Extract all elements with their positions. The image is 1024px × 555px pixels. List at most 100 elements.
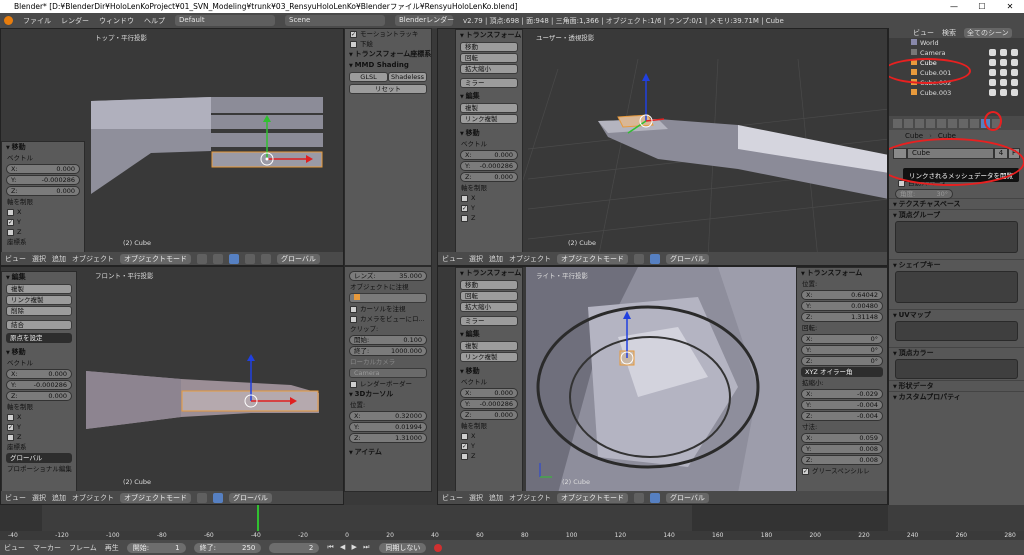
translate-icon[interactable] [245,253,255,264]
constraint-x-checkbox[interactable]: X [456,431,522,441]
view-menu[interactable]: ビュー [442,493,463,503]
vector-x-field[interactable]: X: 0.000 [6,369,72,379]
vector-z-field[interactable]: Z: 0.000 [460,410,518,420]
orientation-select[interactable]: グローバル [277,253,320,264]
object-menu[interactable]: オブジェクト [72,493,114,503]
shading-icon[interactable] [197,492,207,503]
location-y-field[interactable]: Y: 0.00480 [801,301,883,311]
shading-icon[interactable] [197,253,207,264]
rotation-z-field[interactable]: Z: 0° [801,356,883,366]
scale-y-field[interactable]: Y: -0.004 [801,400,883,410]
dimensions-x-field[interactable]: X: 0.059 [801,433,883,443]
constraint-x-checkbox[interactable]: X [2,207,84,217]
view-menu[interactable]: ビュー [442,254,463,264]
constraint-z-checkbox[interactable]: Z [2,227,84,237]
menu-window[interactable]: ウィンドウ [99,16,134,26]
shading-icon[interactable] [634,492,644,503]
coord-system-select[interactable]: グローバル [6,453,72,463]
current-frame-line[interactable] [257,505,259,531]
reset-button[interactable]: リセット [349,84,427,94]
vector-z-field[interactable]: Z: 0.000 [6,391,72,401]
transform-panel[interactable]: トランスフォーム [797,268,887,279]
transform-panel[interactable]: トランスフォーム [456,268,522,279]
object-tab-icon[interactable] [926,118,935,128]
vector-z-field[interactable]: Z: 0.000 [6,186,80,196]
vertex-groups-list[interactable] [895,221,1018,253]
lock-cursor-checkbox[interactable]: カーソルを注視 [345,304,431,314]
material-tab-icon[interactable] [959,118,968,128]
vector-x-field[interactable]: X: 0.000 [460,150,518,160]
breadcrumb-object[interactable]: Cube [905,132,923,140]
select-menu[interactable]: 選択 [469,254,483,264]
timeline-editor[interactable]: -40 -120 -100 -80 -60 -40 -20 0 20 40 60 80 100 120 14… [0,505,1024,555]
object-menu[interactable]: オブジェクト [509,493,551,503]
item-panel[interactable]: アイテム [345,447,431,458]
constraint-x-checkbox[interactable]: X [2,412,76,422]
vector-y-field[interactable]: Y: -0.000286 [6,175,80,185]
duplicate-button[interactable]: 複製 [460,341,518,351]
record-icon[interactable] [434,543,443,552]
transform-panel[interactable]: トランスフォーム [456,30,522,41]
outliner-row-world[interactable]: World [889,38,1024,48]
texture-space-panel[interactable]: テクスチャスペース [889,198,1024,209]
set-origin-select[interactable]: 原点を設定 [6,333,72,343]
grease-pencil-checkbox[interactable]: ✓ グリースペンシルレ [797,466,887,476]
constraint-z-checkbox[interactable]: Z [456,213,522,223]
timeline-area[interactable] [0,505,1024,531]
render-engine-select[interactable]: Blenderレンダー [395,15,454,26]
texture-tab-icon[interactable] [970,118,979,128]
world-tab-icon[interactable] [915,118,924,128]
view-menu[interactable]: ビュー [5,493,26,503]
delete-button[interactable]: 削除 [6,306,72,316]
angle-field[interactable]: 角度: 30° [895,189,953,199]
lens-field[interactable]: レンズ: 35.000 [349,271,427,281]
viewport-bottom-right[interactable]: ライト・平行投影 トランスフォーム 移動 回転 拡大縮小 ミラー 編集 複製 リ… [437,266,888,505]
cursor-z-field[interactable]: Z: 1.31000 [349,433,427,443]
rotation-mode-select[interactable]: XYZ オイラー角 [801,367,883,377]
clip-start-field[interactable]: 開始: 0.100 [349,335,427,345]
outliner-search-menu[interactable]: 検索 [942,28,956,38]
constraint-tab-icon[interactable] [937,118,946,128]
move-button[interactable]: 移動 [460,280,518,290]
shading-icon[interactable] [634,253,644,264]
vector-x-field[interactable]: X: 0.000 [460,388,518,398]
mirror-button[interactable]: ミラー [460,316,518,326]
orientation-select[interactable]: グローバル [229,492,272,503]
select-menu[interactable]: 選択 [469,493,483,503]
manipulator-icon[interactable] [650,492,660,503]
object-menu[interactable]: オブジェクト [72,254,114,264]
minimize-button[interactable]: — [940,0,968,13]
mmd-shading-panel[interactable]: MMD Shading [345,60,431,71]
cursor-x-field[interactable]: X: 0.32000 [349,411,427,421]
timeline-frame-menu[interactable]: フレーム [69,543,97,553]
location-x-field[interactable]: X: 0.64042 [801,290,883,300]
mode-select[interactable]: オブジェクトモード [120,253,191,264]
object-menu[interactable]: オブジェクト [509,254,551,264]
edit-panel[interactable]: 編集 [456,91,522,102]
vector-y-field[interactable]: Y: -0.000286 [460,161,518,171]
rotate-button[interactable]: 回転 [460,291,518,301]
mode-select[interactable]: オブジェクトモード [557,492,628,503]
camera-to-view-checkbox[interactable]: カメラをビューにロ... [345,314,431,324]
vector-y-field[interactable]: Y: -0.000286 [6,380,72,390]
manipulator-icon[interactable] [229,253,239,264]
uv-maps-list[interactable] [895,321,1018,341]
mirror-button[interactable]: ミラー [460,78,518,88]
viewport-bottom-left[interactable]: フロント・平行投影 編集 複製 リンク複製 削除 結合 原点を設定 移動 ベクト… [0,266,344,505]
transform-orientation-panel[interactable]: トランスフォーム座標系 [345,49,431,60]
link-duplicate-button[interactable]: リンク複製 [460,114,518,124]
duplicate-button[interactable]: 複製 [460,103,518,113]
menu-file[interactable]: ファイル [23,16,51,26]
constraint-y-checkbox[interactable]: ✓ Y [2,422,76,432]
vertex-groups-panel[interactable]: 頂点グループ [889,209,1024,220]
vector-x-field[interactable]: X: 0.000 [6,164,80,174]
vertex-colors-list[interactable] [895,359,1018,379]
manipulator-icon[interactable] [650,253,660,264]
render-border-checkbox[interactable]: レンダーボーダー [345,379,431,389]
add-menu[interactable]: 追加 [489,254,503,264]
3d-cursor-panel[interactable]: 3Dカーソル [345,389,431,400]
scale-z-field[interactable]: Z: -0.004 [801,411,883,421]
shape-keys-list[interactable] [895,271,1018,303]
clip-end-field[interactable]: 終了: 1000.000 [349,346,427,356]
viewport-top-right[interactable]: ユーザー・透視投影 トランスフォーム 移動 回転 拡大縮小 ミラー 編集 複製 … [437,28,888,266]
